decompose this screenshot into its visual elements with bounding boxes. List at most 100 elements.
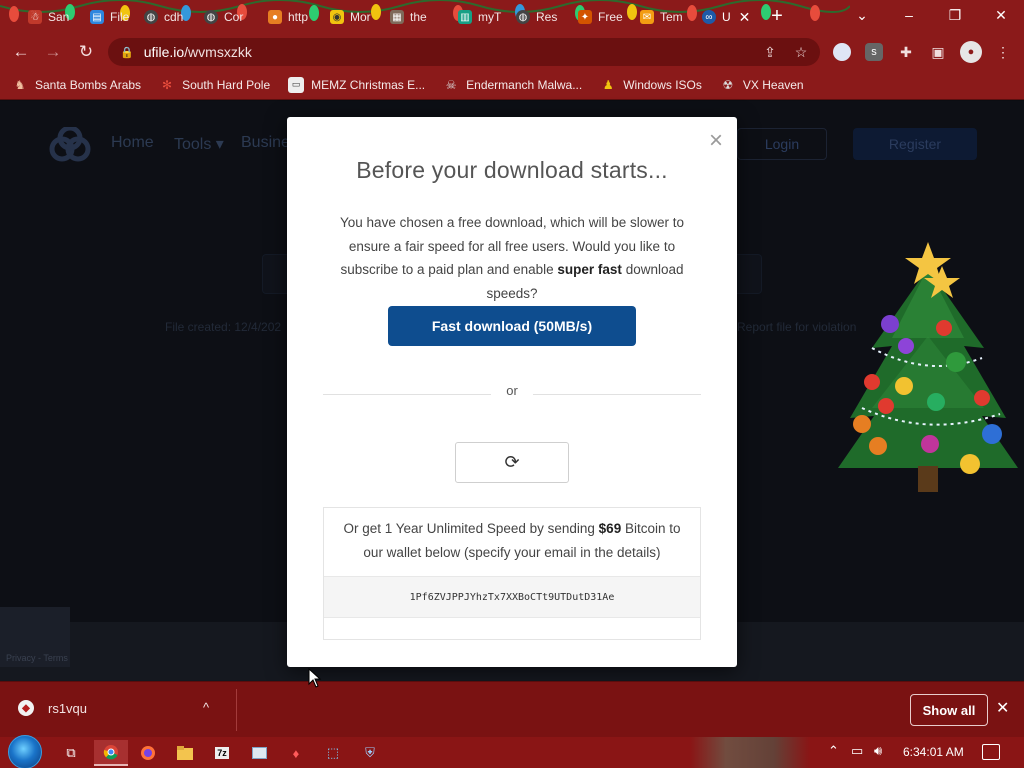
extension-globe-icon[interactable]: [833, 43, 851, 61]
download-file-icon: ◆: [18, 700, 34, 716]
mouse-cursor-icon: [308, 668, 322, 688]
extensions-puzzle-icon[interactable]: ✚: [896, 42, 916, 62]
tab-the[interactable]: ▦ the: [384, 4, 436, 30]
bookmark-label: VX Heaven: [742, 77, 804, 92]
task-view-icon[interactable]: ⧉: [54, 740, 88, 766]
download-shelf: ◆ rs1vqu ^ Show all ✕: [0, 681, 1024, 737]
bitcoin-wallet-address[interactable]: 1Pf6ZVJPPJYhzTx7XXBoCTt9UTDutD31Ae: [324, 576, 700, 618]
bookmarks-bar: ♞ Santa Bombs Arabs ✻ South Hard Pole ▭ …: [0, 70, 1024, 100]
skull-icon: ☠: [445, 77, 457, 92]
bookmark-vx-heaven[interactable]: ☢ VX Heaven: [720, 77, 804, 93]
show-all-button[interactable]: Show all: [910, 694, 988, 726]
7zip-taskbar-icon[interactable]: 7z: [205, 740, 239, 766]
tab-santa[interactable]: ☃ San: [22, 4, 70, 30]
network-icon[interactable]: ▭: [851, 743, 863, 759]
profile-avatar-icon[interactable]: ●: [960, 41, 982, 63]
ufile-icon: ∞: [702, 10, 716, 24]
tab-cor[interactable]: ◍ Cor: [198, 4, 252, 30]
bookmark-endermanch-malware[interactable]: ☠ Endermanch Malwa...: [443, 77, 582, 93]
tab-free[interactable]: ✦ Free: [572, 4, 626, 30]
modal-description-bold: super fast: [557, 262, 622, 277]
kebab-menu-icon[interactable]: ⋮: [993, 42, 1013, 62]
installer-taskbar-icon[interactable]: ⬚: [316, 740, 350, 766]
tab-label: Tem: [660, 10, 683, 24]
lock-icon: 🔒: [120, 46, 134, 59]
shield-app-taskbar-icon[interactable]: ⛨: [353, 740, 387, 766]
restore-button[interactable]: ❐: [932, 0, 978, 30]
side-panel-icon[interactable]: ▣: [928, 42, 948, 62]
image-icon: ▦: [390, 10, 404, 24]
notification-center-icon[interactable]: [982, 744, 1000, 760]
fast-download-button[interactable]: Fast download (50MB/s): [388, 306, 636, 346]
page-icon: ▥: [458, 10, 472, 24]
new-tab-button[interactable]: +: [766, 6, 788, 28]
tab-label: cdh: [164, 10, 184, 24]
red-app-taskbar-icon[interactable]: ♦: [279, 740, 313, 766]
bookmark-memz-christmas[interactable]: ▭ MEMZ Christmas E...: [288, 76, 425, 93]
firefox-icon: [141, 746, 155, 760]
bookmark-label: Santa Bombs Arabs: [35, 77, 142, 92]
tab-cdh[interactable]: ◍ cdh: [138, 4, 190, 30]
reload-icon[interactable]: ↻: [73, 40, 99, 64]
captcha-refresh-button[interactable]: ⟳: [455, 442, 569, 483]
address-bar[interactable]: 🔒 ufile.io/wvmsxzkk: [108, 38, 820, 66]
tab-res[interactable]: ◍ Res: [510, 4, 562, 30]
bookmark-label: Endermanch Malwa...: [466, 77, 583, 92]
bitcoin-price: $69: [598, 521, 622, 536]
share-icon[interactable]: ⇪: [760, 42, 780, 62]
tray-background-blur: [690, 737, 810, 768]
tab-mor[interactable]: ◉ Mor: [324, 4, 376, 30]
folder-icon: [177, 746, 193, 760]
shield-icon: ⛨: [365, 745, 375, 760]
ufile-logo-icon: [49, 127, 91, 162]
figure-icon: ♟: [602, 77, 614, 92]
tab-myt[interactable]: ▥ myT: [452, 4, 502, 30]
gift-icon: ✦: [578, 10, 592, 24]
tab-ufile-active[interactable]: ∞ U ✕: [696, 4, 752, 30]
bookmark-santa-bombs-arabs[interactable]: ♞ Santa Bombs Arabs: [12, 77, 141, 93]
tab-label: Cor: [224, 10, 244, 24]
download-filename: rs1vqu: [48, 700, 88, 716]
globe-icon: ◍: [516, 10, 530, 24]
bookmark-star-icon[interactable]: ☆: [791, 42, 811, 62]
close-tab-icon[interactable]: ✕: [739, 9, 751, 26]
file-explorer-taskbar-icon[interactable]: [168, 740, 202, 766]
tab-http[interactable]: ● http: [262, 4, 314, 30]
register-button[interactable]: Register: [853, 128, 977, 160]
windows-taskbar: ⧉ 7z ♦ ⬚ ⛨ ⌃ ▭ 🔊︎ 6:34:01 AM: [0, 737, 1024, 768]
chevron-up-icon[interactable]: ^: [203, 700, 209, 715]
tab-label: File: [110, 10, 130, 24]
bookmark-windows-isos[interactable]: ♟ Windows ISOs: [600, 77, 702, 93]
taskbar-clock[interactable]: 6:34:01 AM: [903, 745, 964, 759]
tab-search-chevron-icon[interactable]: ⌄: [840, 0, 884, 30]
modal-description: You have chosen a free download, which w…: [319, 211, 705, 305]
tab-label: Mor: [350, 10, 371, 24]
recaptcha-badge[interactable]: Privacy - Terms: [0, 607, 70, 667]
extension-s-icon[interactable]: s: [865, 43, 883, 61]
firefox-taskbar-icon[interactable]: [131, 740, 165, 766]
download-item[interactable]: ◆ rs1vqu: [18, 700, 87, 716]
login-button[interactable]: Login: [737, 128, 827, 160]
modal-close-icon[interactable]: ×: [709, 129, 723, 153]
tab-file[interactable]: ▤ File: [84, 4, 134, 30]
window-app-taskbar-icon[interactable]: [242, 740, 276, 766]
close-window-button[interactable]: ✕: [978, 0, 1024, 30]
close-download-bar-icon[interactable]: ✕: [996, 698, 1009, 718]
divider-right: [533, 394, 701, 395]
start-button[interactable]: [8, 735, 42, 768]
volume-icon[interactable]: 🔊︎: [874, 743, 882, 759]
tab-tem[interactable]: ✉ Tem: [634, 4, 688, 30]
back-arrow-icon[interactable]: ←: [8, 40, 34, 64]
chevron-up-tray-icon[interactable]: ⌃: [828, 743, 839, 759]
nav-tools-link[interactable]: Tools ▾: [174, 134, 224, 154]
tab-label: the: [410, 10, 427, 24]
chrome-taskbar-icon[interactable]: [94, 740, 128, 766]
bookmark-south-hard-pole[interactable]: ✻ South Hard Pole: [159, 77, 270, 93]
forward-arrow-icon[interactable]: →: [40, 40, 66, 64]
nav-home-link[interactable]: Home: [111, 134, 154, 152]
nav-business-link[interactable]: Busine: [241, 134, 290, 152]
bitcoin-offer-box: Or get 1 Year Unlimited Speed by sending…: [323, 507, 701, 640]
minimize-button[interactable]: –: [886, 0, 932, 30]
refresh-icon: ⟳: [504, 452, 520, 472]
bomb-icon: ●: [268, 10, 282, 24]
